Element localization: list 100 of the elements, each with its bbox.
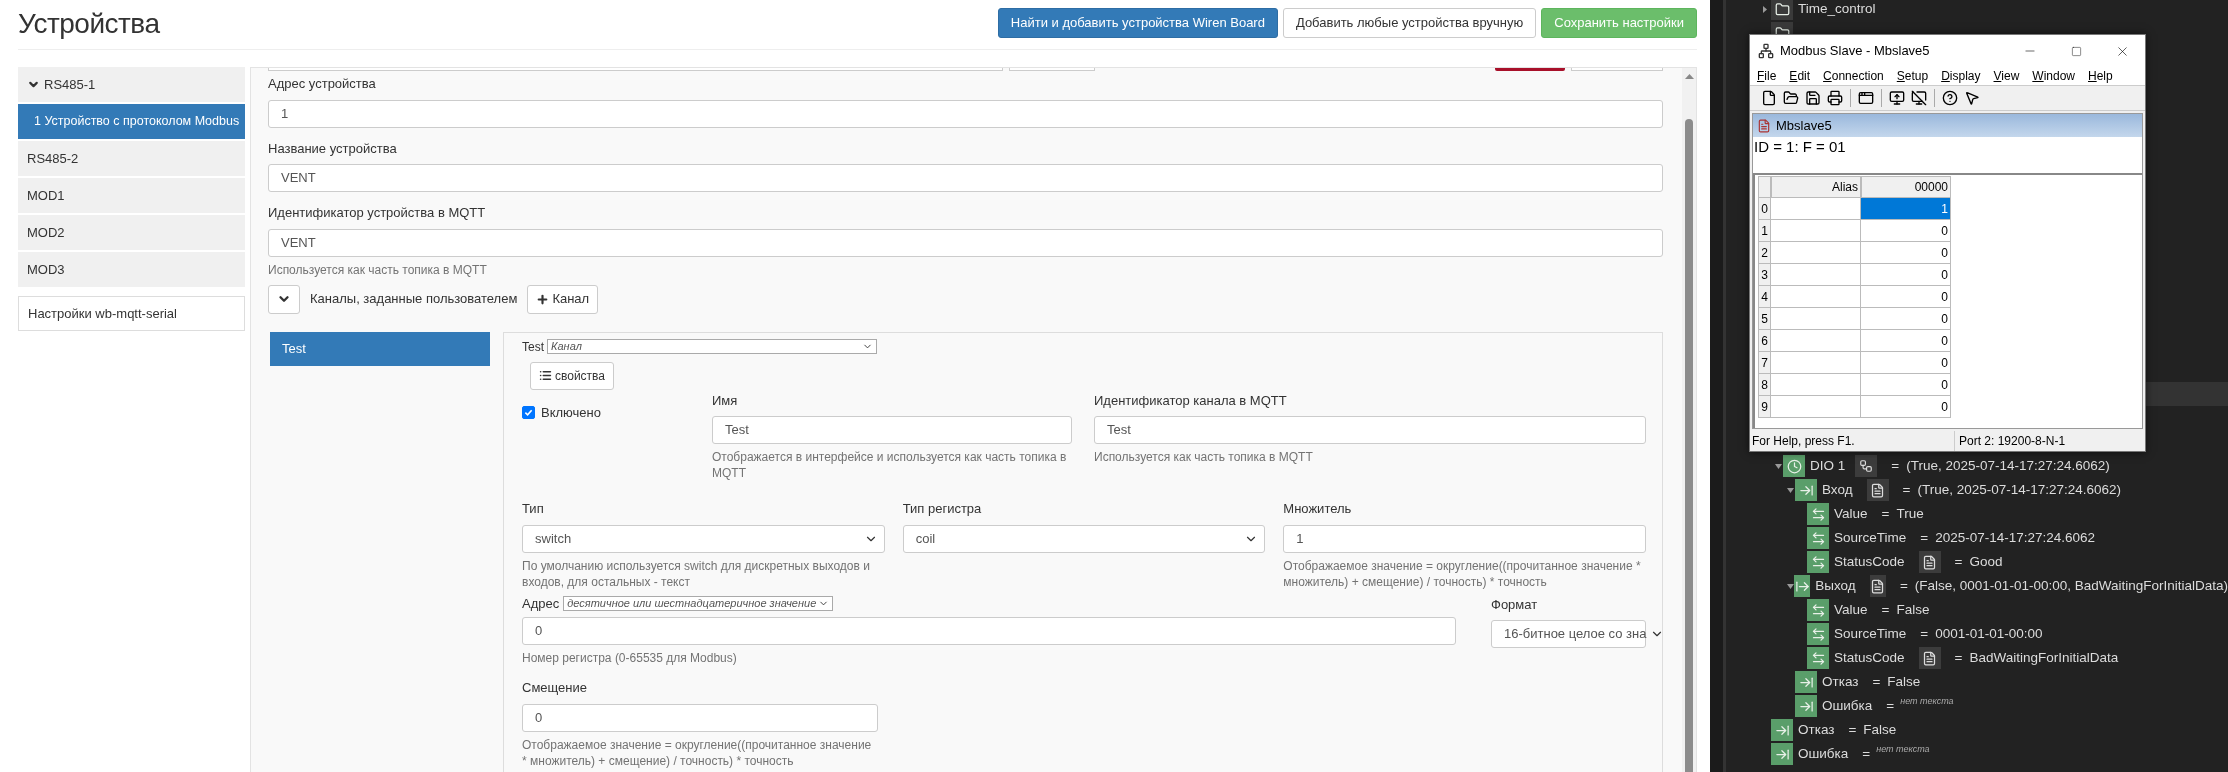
- document-icon: [1918, 647, 1941, 669]
- slave-header: ID = 1: F = 01: [1753, 137, 1847, 157]
- table-cell[interactable]: 0: [1861, 352, 1951, 374]
- table-cell[interactable]: [1771, 374, 1861, 396]
- menu-item[interactable]: Display: [1941, 67, 1981, 85]
- header-button[interactable]: Добавить любые устройства вручную: [1282, 7, 1537, 38]
- pointer-icon[interactable]: [1963, 89, 1981, 107]
- node-name: Ошибка: [1822, 696, 1873, 715]
- menu-item[interactable]: View: [1993, 67, 2020, 85]
- text-input[interactable]: Test: [1094, 416, 1646, 444]
- folder-icon[interactable]: [1782, 89, 1800, 107]
- menu-item[interactable]: File: [1757, 67, 1777, 85]
- text-input[interactable]: VENT: [268, 164, 1663, 192]
- node-value: (True, 2025-07-14-17:27:24.6062): [1917, 480, 2122, 499]
- row-header: 0: [1758, 198, 1771, 220]
- document-icon: [1869, 575, 1886, 597]
- table-cell[interactable]: [1771, 330, 1861, 352]
- section-label: Каналы, заданные пользователем: [310, 290, 518, 309]
- scroll-up-icon: [1684, 74, 1694, 79]
- scrollbar[interactable]: [1682, 68, 1696, 772]
- channel-tab[interactable]: Test: [270, 331, 490, 366]
- table-cell[interactable]: 0: [1861, 242, 1951, 264]
- text-input[interactable]: 1: [268, 99, 1663, 128]
- menu-item[interactable]: Help: [2088, 67, 2113, 85]
- sidebar-item[interactable]: Настройки wb-mqtt-serial: [18, 296, 245, 331]
- table-cell[interactable]: [1771, 352, 1861, 374]
- menu-item[interactable]: Connection: [1823, 67, 1884, 85]
- table-cell[interactable]: 0: [1861, 220, 1951, 242]
- table-cell[interactable]: [1771, 242, 1861, 264]
- node-name: DIO 1: [1810, 456, 1846, 475]
- address-mode-select[interactable]: десятичное или шестнадцатеричное значение: [563, 595, 834, 611]
- check-icon: [524, 407, 533, 417]
- select-field[interactable]: switch: [522, 524, 885, 553]
- expand-caret-icon[interactable]: [1787, 583, 1794, 589]
- table-cell[interactable]: 0: [1861, 330, 1951, 352]
- node-value: False: [1896, 600, 1930, 619]
- row-header: 2: [1758, 242, 1771, 264]
- equals-sign: =: [1886, 696, 1895, 715]
- menu-item[interactable]: Window: [2032, 67, 2075, 85]
- table-cell[interactable]: [1771, 286, 1861, 308]
- menu-item[interactable]: Edit: [1789, 67, 1811, 85]
- text-input[interactable]: VENT: [268, 228, 1663, 257]
- table-cell[interactable]: 1: [1861, 198, 1951, 220]
- table-cell[interactable]: 0: [1861, 396, 1951, 418]
- help-text: Используется как часть топика в MQTT: [268, 261, 488, 278]
- sidebar-item[interactable]: 1 Устройство с протоколом Modbus: [18, 104, 245, 139]
- row-header: 6: [1758, 330, 1771, 352]
- header-button[interactable]: Найти и добавить устройства Wiren Board: [997, 7, 1278, 38]
- help-text: По умолчанию используется switch для дискретных выходов и входов, для остальных - текст: [522, 557, 871, 590]
- monitor-off-icon[interactable]: [1910, 89, 1928, 107]
- window-icon[interactable]: [1857, 89, 1875, 107]
- text-input[interactable]: 0: [522, 703, 878, 732]
- checkbox-label: Включено: [541, 403, 601, 422]
- table-corner: [1758, 176, 1771, 198]
- save-icon[interactable]: [1804, 89, 1822, 107]
- field-label: Имя: [712, 391, 739, 410]
- table-cell[interactable]: 0: [1861, 264, 1951, 286]
- sidebar-item[interactable]: MOD3: [18, 252, 245, 287]
- select-field[interactable]: coil: [902, 524, 1266, 553]
- scrollbar-thumb[interactable]: [1685, 119, 1693, 772]
- node-value: Good: [1969, 552, 2003, 571]
- arrow-into-bar-icon: [1771, 719, 1793, 741]
- arrow-into-bar-icon: [1771, 743, 1793, 765]
- table-cell[interactable]: [1771, 220, 1861, 242]
- folder-icon: [1771, 0, 1793, 20]
- monitor-icon[interactable]: [1888, 89, 1906, 107]
- table-cell[interactable]: [1771, 396, 1861, 418]
- document-icon: [1866, 479, 1889, 501]
- table-cell[interactable]: 0: [1861, 286, 1951, 308]
- text-input[interactable]: 1: [1283, 524, 1646, 553]
- equals-sign: =: [1848, 720, 1857, 739]
- text-input[interactable]: 0: [522, 617, 1456, 645]
- window-title: Modbus Slave - Mbslave5: [1780, 42, 1930, 61]
- table-cell[interactable]: [1771, 264, 1861, 286]
- expand-caret-icon[interactable]: [1787, 487, 1794, 493]
- field-label: Адрес: [522, 594, 560, 613]
- table-cell[interactable]: 0: [1861, 308, 1951, 330]
- node-value: False: [1887, 672, 1921, 691]
- text-input[interactable]: Test: [712, 416, 1072, 444]
- table-cell[interactable]: 0: [1861, 374, 1951, 396]
- two-way-arrows-icon: [1807, 527, 1829, 549]
- menu-item[interactable]: Setup: [1896, 67, 1929, 85]
- sidebar-item[interactable]: MOD1: [18, 178, 245, 213]
- table-cell[interactable]: [1771, 308, 1861, 330]
- checkbox[interactable]: [522, 405, 535, 419]
- equals-sign: =: [1881, 600, 1890, 619]
- equals-sign: =: [1920, 624, 1929, 643]
- properties-button[interactable]: свойства: [530, 361, 615, 390]
- add-channel-button[interactable]: Канал: [527, 284, 599, 314]
- collapse-caret-icon[interactable]: [1763, 5, 1767, 13]
- expand-caret-icon[interactable]: [1775, 463, 1782, 469]
- channel-type-select[interactable]: Канал: [547, 339, 877, 354]
- sidebar-item[interactable]: RS485-2: [18, 141, 245, 176]
- printer-icon[interactable]: [1826, 89, 1844, 107]
- two-way-arrows-icon: [1807, 623, 1829, 645]
- collapse-button[interactable]: [268, 284, 300, 314]
- sidebar-item[interactable]: MOD2: [18, 215, 245, 250]
- help-icon[interactable]: [1941, 89, 1959, 107]
- sidebar-item[interactable]: RS485-1: [18, 67, 245, 102]
- file-icon[interactable]: [1760, 89, 1778, 107]
